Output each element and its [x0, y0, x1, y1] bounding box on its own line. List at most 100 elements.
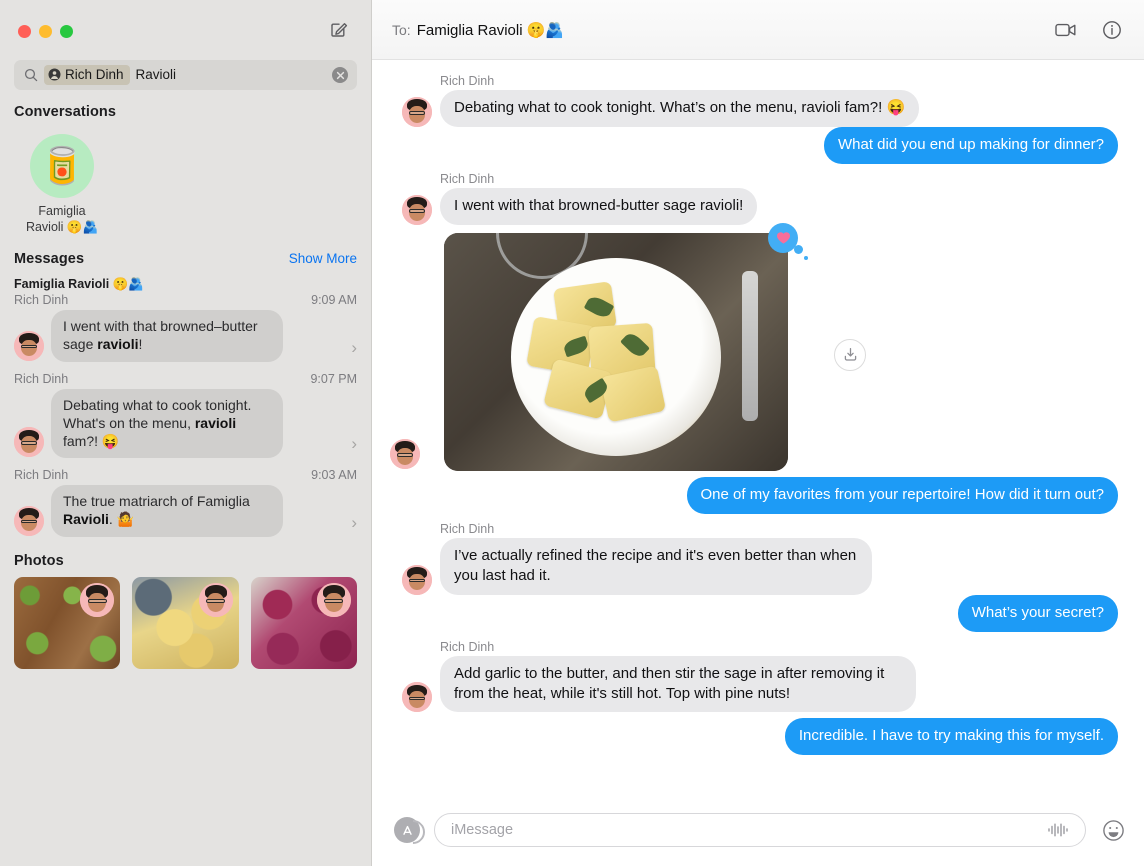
message-sender: Rich Dinh — [440, 171, 495, 186]
result-sender: Rich Dinh — [14, 468, 69, 483]
to-label: To: — [392, 21, 411, 38]
result-meta: Rich Dinh 9:03 AM — [14, 468, 357, 482]
message-out: What’s your secret? — [390, 594, 1126, 632]
composer: iMessage — [372, 798, 1144, 866]
app-store-icon[interactable] — [394, 817, 420, 843]
message-bubble[interactable]: Add garlic to the butter, and then stir … — [435, 655, 916, 713]
photo-thumbnail[interactable] — [132, 576, 239, 669]
avatar — [402, 564, 432, 595]
search-bar-wrap: Rich Dinh Ravioli — [0, 60, 371, 90]
tomato-can-emoji: 🥫 — [39, 145, 85, 186]
conversations-list: 🥫 Famiglia Ravioli 🤫🫂 — [0, 128, 371, 235]
avatar — [80, 582, 115, 617]
conversation-avatar: 🥫 — [30, 134, 94, 198]
message-bubble[interactable]: I went with that browned-butter sage rav… — [434, 187, 758, 225]
message-image-attachment[interactable] — [444, 232, 788, 471]
result-time: 9:09 AM — [311, 293, 357, 308]
message-image-row — [390, 222, 1126, 471]
avatar — [402, 194, 432, 225]
video-camera-icon[interactable] — [1054, 18, 1078, 42]
audio-waveform-icon[interactable] — [1045, 820, 1071, 840]
sidebar-toolbar — [0, 0, 371, 60]
avatar — [402, 682, 432, 713]
messages-window: Rich Dinh Ravioli Conversations 🥫 Famigl… — [0, 0, 1144, 866]
chevron-right-icon[interactable]: › — [345, 514, 357, 537]
photos-results: Photos — [0, 553, 371, 669]
avatar — [402, 96, 432, 127]
avatar — [14, 330, 44, 361]
message-sender: Rich Dinh — [440, 639, 495, 654]
chevron-right-icon[interactable]: › — [345, 435, 357, 458]
show-more-button[interactable]: Show More — [289, 251, 357, 266]
list-item[interactable]: Debating what to cook tonight. What's on… — [14, 388, 357, 459]
message-input-placeholder: iMessage — [451, 822, 514, 838]
search-input[interactable]: Rich Dinh Ravioli — [14, 60, 357, 90]
avatar — [390, 438, 420, 469]
result-bubble: The true matriarch of Famiglia Ravioli. … — [47, 485, 283, 537]
conversation-pane: To: Famiglia Ravioli 🤫🫂 Rich Dinh Debati… — [372, 0, 1144, 866]
result-meta: Rich Dinh 9:07 PM — [14, 372, 357, 386]
close-button[interactable] — [18, 24, 31, 38]
result-time: 9:03 AM — [311, 468, 357, 483]
search-token-person[interactable]: Rich Dinh — [44, 64, 130, 86]
clear-icon[interactable] — [332, 67, 348, 83]
message-out: Incredible. I have to try making this fo… — [390, 718, 1126, 756]
result-time: 9:07 PM — [310, 371, 357, 386]
message-bubble[interactable]: What did you end up making for dinner? — [824, 126, 1123, 164]
conversations-section-title: Conversations — [14, 104, 117, 120]
photo-thumbnail[interactable] — [14, 576, 121, 669]
info-circle-icon[interactable] — [1100, 18, 1124, 42]
header-actions — [1054, 18, 1124, 42]
message-in: Rich Dinh I’ve actually refined the reci… — [390, 516, 920, 595]
zoom-button[interactable] — [60, 24, 73, 38]
message-bubble[interactable]: Debating what to cook tonight. What’s on… — [434, 90, 920, 127]
page-title[interactable]: Famiglia Ravioli 🤫🫂 — [417, 21, 564, 39]
message-in: Rich Dinh Add garlic to the butter, and … — [390, 634, 920, 713]
conversation-header: To: Famiglia Ravioli 🤫🫂 — [372, 0, 1144, 60]
message-input[interactable]: iMessage — [434, 813, 1086, 847]
result-bubble: Debating what to cook tonight. What's on… — [47, 388, 283, 459]
avatar — [14, 427, 44, 458]
emoji-smiley-icon[interactable] — [1100, 817, 1126, 843]
list-item[interactable]: I went with that browned–butter sage rav… — [14, 310, 357, 363]
message-out: One of my favorites from your repertoire… — [390, 476, 1126, 514]
conversation-label-line2: Ravioli 🤫🫂 — [25, 219, 99, 234]
conversation-result-item[interactable]: 🥫 Famiglia Ravioli 🤫🫂 — [14, 134, 110, 235]
messages-section-head: Messages Show More — [0, 251, 371, 267]
result-bubble: I went with that browned–butter sage rav… — [47, 310, 283, 363]
search-query-text: Ravioli — [135, 67, 177, 83]
download-icon[interactable] — [834, 338, 866, 371]
message-bubble[interactable]: What’s your secret? — [957, 594, 1124, 632]
message-bubble[interactable]: Incredible. I have to try making this fo… — [784, 718, 1124, 756]
photo-thumbnail[interactable] — [250, 576, 357, 669]
message-in: Rich Dinh I went with that browned-butte… — [390, 166, 920, 225]
result-chat-title: Famiglia Ravioli 🤫🫂 — [14, 277, 144, 292]
result-sender: Rich Dinh — [14, 371, 69, 386]
sidebar-results-scroll[interactable]: Conversations 🥫 Famiglia Ravioli 🤫🫂 Mess… — [0, 90, 371, 866]
compose-icon[interactable] — [327, 17, 351, 41]
list-item[interactable]: The true matriarch of Famiglia Ravioli. … — [14, 485, 357, 537]
person-circle-icon — [48, 68, 61, 81]
chevron-right-icon[interactable]: › — [345, 339, 357, 362]
photos-section-title: Photos — [14, 552, 64, 569]
search-icon — [23, 68, 38, 83]
message-sender: Rich Dinh — [440, 521, 495, 536]
avatar — [14, 505, 44, 536]
heart-reaction-badge[interactable] — [768, 222, 808, 260]
messages-results: Messages Show More Famiglia Ravioli 🤫🫂 R… — [0, 251, 371, 537]
sidebar: Rich Dinh Ravioli Conversations 🥫 Famigl… — [0, 0, 372, 866]
search-token-label: Rich Dinh — [65, 66, 124, 82]
conversation-label-line1: Famiglia — [38, 204, 86, 218]
message-bubble[interactable]: One of my favorites from your repertoire… — [686, 476, 1123, 514]
conversation-label: Famiglia Ravioli 🤫🫂 — [12, 204, 112, 235]
avatar — [198, 582, 233, 617]
message-result-group: Famiglia Ravioli 🤫🫂 Rich Dinh 9:09 AM I … — [0, 277, 371, 363]
minimize-button[interactable] — [39, 24, 52, 38]
message-bubble[interactable]: I’ve actually refined the recipe and it'… — [435, 537, 872, 595]
result-sender: Rich Dinh — [14, 293, 69, 308]
message-thread[interactable]: Rich Dinh Debating what to cook tonight.… — [372, 60, 1144, 798]
photos-row — [0, 576, 371, 669]
window-traffic-lights — [18, 24, 73, 38]
message-result-group: Rich Dinh 9:03 AM The true matriarch of … — [0, 468, 371, 537]
message-in: Rich Dinh Debating what to cook tonight.… — [390, 68, 920, 127]
